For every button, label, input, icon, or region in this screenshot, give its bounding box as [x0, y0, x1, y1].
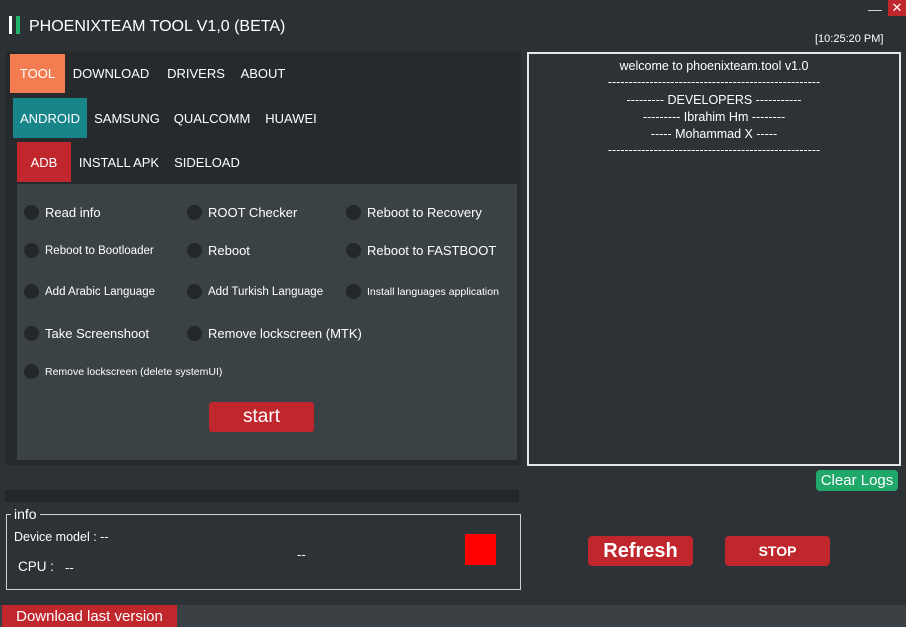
option-reboot-recovery[interactable]: Reboot to Recovery [346, 205, 482, 220]
tab-adb[interactable]: ADB [17, 142, 71, 182]
radio-button[interactable] [24, 243, 39, 258]
option-label: Reboot to FASTBOOT [367, 243, 497, 258]
progress-bar [5, 490, 519, 502]
log-line: --------- DEVELOPERS ----------- [626, 93, 802, 107]
option-label: ROOT Checker [208, 205, 298, 220]
tab-sideload[interactable]: SIDELOAD [172, 142, 242, 182]
tab-download[interactable]: DOWNLOAD [70, 54, 152, 93]
log-line: --------- Ibrahim Hm -------- [642, 110, 786, 124]
info-legend: info [11, 506, 40, 522]
option-label: Add Turkish Language [208, 285, 324, 298]
option-reboot-bootloader[interactable]: Reboot to Bootloader [24, 243, 154, 258]
window-title: PHOENIXTEAM TOOL V1,0 (BETA) [29, 18, 286, 35]
stop-button[interactable]: STOP [725, 536, 830, 566]
status-indicator [465, 534, 496, 565]
tab-samsung[interactable]: SAMSUNG [90, 98, 164, 138]
radio-button[interactable] [187, 326, 202, 341]
app-logo-icon [9, 16, 12, 34]
option-add-turkish[interactable]: Add Turkish Language [187, 284, 323, 299]
option-label: Install languages application [367, 285, 499, 298]
radio-button[interactable] [24, 326, 39, 341]
tab-tool[interactable]: TOOL [10, 54, 65, 93]
option-remove-lockscreen-mtk[interactable]: Remove lockscreen (MTK) [187, 326, 362, 341]
log-line: ----------------------------------------… [607, 75, 821, 89]
log-line: ----- Mohammad X ----- [650, 127, 778, 141]
radio-button[interactable] [187, 243, 202, 258]
info-group [6, 514, 521, 590]
option-reboot[interactable]: Reboot [187, 243, 250, 258]
radio-button[interactable] [24, 284, 39, 299]
cpu-label: CPU : [18, 559, 55, 574]
option-reboot-fastboot[interactable]: Reboot to FASTBOOT [346, 243, 496, 258]
status-text: -- [297, 547, 306, 562]
option-remove-lockscreen-systemui[interactable]: Remove lockscreen (delete systemUI) [24, 364, 222, 379]
log-line: welcome to phoenixteam.tool v1.0 [619, 59, 809, 73]
option-add-arabic[interactable]: Add Arabic Language [24, 284, 155, 299]
tab-about[interactable]: ABOUT [236, 54, 290, 93]
option-root-checker[interactable]: ROOT Checker [187, 205, 297, 220]
option-take-screenshot[interactable]: Take Screenshoot [24, 326, 149, 341]
download-last-version-button[interactable]: Download last version [2, 605, 177, 627]
refresh-button[interactable]: Refresh [588, 536, 693, 566]
close-icon[interactable]: ✕ [888, 0, 906, 16]
option-label: Remove lockscreen (MTK) [208, 326, 362, 341]
option-label: Add Arabic Language [45, 285, 155, 298]
option-label: Take Screenshoot [45, 326, 150, 341]
radio-button[interactable] [346, 243, 361, 258]
radio-button[interactable] [346, 284, 361, 299]
option-read-info[interactable]: Read info [24, 205, 101, 220]
log-output[interactable]: welcome to phoenixteam.tool v1.0 -------… [527, 52, 901, 466]
start-button[interactable]: start [209, 402, 314, 432]
radio-button[interactable] [24, 205, 39, 220]
app-logo-accent-icon [16, 16, 20, 34]
option-label: Reboot to Recovery [367, 205, 482, 220]
minimize-icon[interactable]: — [866, 1, 884, 17]
radio-button[interactable] [24, 364, 39, 379]
radio-button[interactable] [187, 284, 202, 299]
device-model-text: Device model : -- [14, 530, 109, 544]
radio-button[interactable] [187, 205, 202, 220]
cpu-value: -- [65, 560, 74, 575]
log-line: ----------------------------------------… [607, 143, 821, 157]
tab-huawei[interactable]: HUAWEI [262, 98, 320, 138]
tab-android[interactable]: ANDROID [13, 98, 87, 138]
option-label: Remove lockscreen (delete systemUI) [45, 365, 223, 378]
option-label: Reboot to Bootloader [45, 244, 154, 257]
option-label: Read info [45, 205, 101, 220]
tab-drivers[interactable]: DRIVERS [166, 54, 226, 93]
tab-qualcomm[interactable]: QUALCOMM [170, 98, 254, 138]
tab-install-apk[interactable]: INSTALL APK [77, 142, 161, 182]
clock-display: [10:25:20 PM] [815, 33, 884, 45]
clear-logs-button[interactable]: Clear Logs [816, 470, 898, 491]
radio-button[interactable] [346, 205, 361, 220]
option-label: Reboot [208, 243, 250, 258]
option-install-languages[interactable]: Install languages application [346, 284, 499, 299]
